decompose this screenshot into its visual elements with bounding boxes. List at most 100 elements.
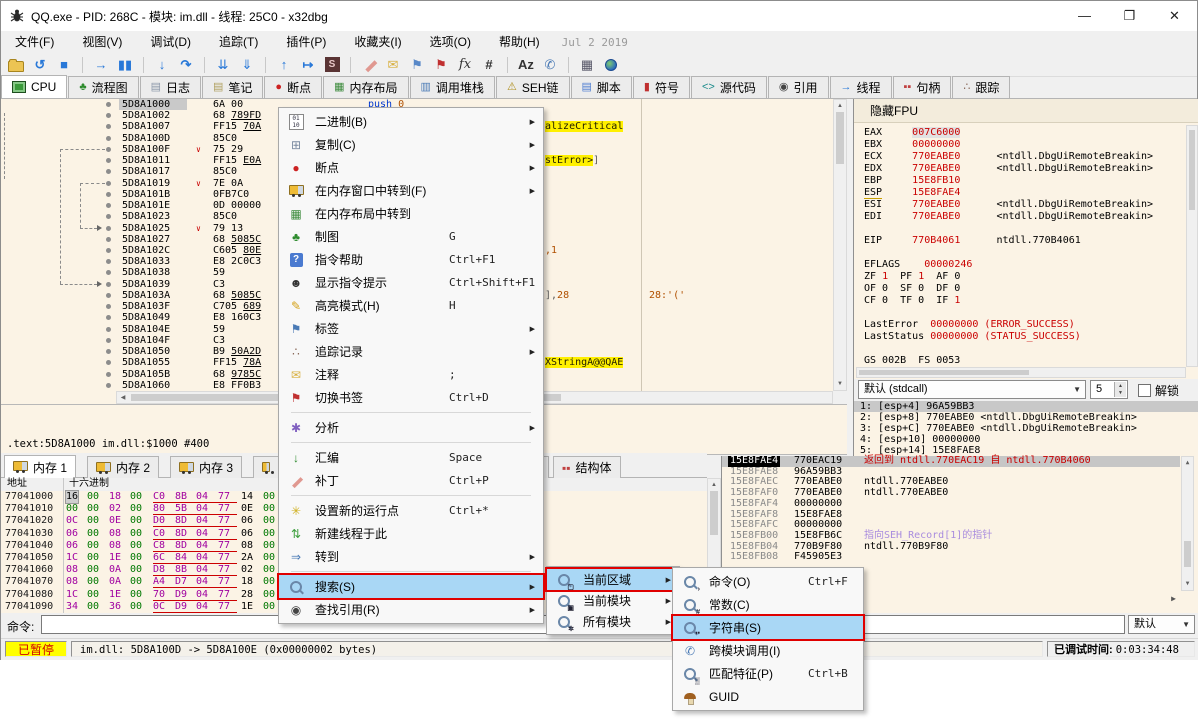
menu-item-breakpoint[interactable]: ●断点▶ xyxy=(279,156,543,179)
scroll-down-arrow[interactable]: ▼ xyxy=(834,380,846,388)
patch-button[interactable]: ▬ xyxy=(360,56,378,74)
scroll-thumb[interactable] xyxy=(1184,541,1191,567)
menu-item-graph[interactable]: ♣制图G xyxy=(279,225,543,248)
scroll-up-arrow[interactable]: ▲ xyxy=(834,102,846,110)
maximize-button[interactable]: ❐ xyxy=(1107,1,1152,31)
run-button[interactable]: → xyxy=(92,56,110,74)
register-line[interactable] xyxy=(864,307,1153,319)
registers-hscrollbar[interactable] xyxy=(856,367,1186,378)
menu-item-analysis[interactable]: ✱分析▶ xyxy=(279,416,543,439)
register-line[interactable]: EBP 15E8FB10 xyxy=(864,175,1153,187)
scroll-left-arrow[interactable]: ◀ xyxy=(119,394,127,402)
scroll-thumb[interactable] xyxy=(859,370,1029,375)
register-line[interactable]: CF 0 TF 0 IF 1 xyxy=(864,295,1153,307)
menu-item-assemble[interactable]: ↓汇编Space xyxy=(279,446,543,469)
tab-notes[interactable]: ▤笔记 xyxy=(202,76,263,98)
execute-till-return-button[interactable]: ↑ xyxy=(275,56,293,74)
menu-item-constant[interactable]: #常数(C) xyxy=(673,593,863,616)
register-line[interactable]: ESP 15E8FAE4 xyxy=(864,187,1153,199)
menu-item-instruction-help[interactable]: ?指令帮助Ctrl+F1 xyxy=(279,248,543,271)
tab-seh[interactable]: ⚠SEH链 xyxy=(496,76,570,98)
menu-item-command[interactable]: ›命令(O)Ctrl+F xyxy=(673,570,863,593)
register-line[interactable]: ECX 770EABE0 <ntdll.DbgUiRemoteBreakin> xyxy=(864,151,1153,163)
register-line[interactable]: ZF 1 PF 1 AF 0 xyxy=(864,271,1153,283)
menu-file[interactable]: 文件(F) xyxy=(1,31,68,53)
menu-item-string-references[interactable]: ❜❜字符串(S) xyxy=(673,616,863,639)
stack-row[interactable]: 15E8FAE4770EAC19返回到 ntdll.770EAC19 自 ntd… xyxy=(722,456,1180,467)
register-line[interactable]: EDI 770EABE0 <ntdll.DbgUiRemoteBreakin> xyxy=(864,211,1153,223)
menu-item-current-module[interactable]: ▣当前模块▶ xyxy=(547,590,679,611)
hide-fpu-button[interactable]: 隐藏FPU xyxy=(854,99,1198,123)
dump-tab-memory-2[interactable]: 内存 2 xyxy=(87,456,159,478)
menu-item-intermodular-calls[interactable]: ✆跨模块调用(I) xyxy=(673,639,863,662)
menu-debug[interactable]: 调试(D) xyxy=(136,31,205,53)
tab-references[interactable]: ◉引用 xyxy=(768,76,829,98)
menu-item-goto[interactable]: ⇒转到▶ xyxy=(279,545,543,568)
scroll-thumb[interactable] xyxy=(1189,130,1195,210)
menu-item-copy[interactable]: ⊞复制(C)▶ xyxy=(279,133,543,156)
animate-into-button[interactable]: ⇊ xyxy=(214,56,232,74)
spinner-down-icon[interactable]: ▼ xyxy=(1114,389,1126,397)
globe-button[interactable] xyxy=(602,56,620,74)
argument-row[interactable]: 1: [esp+4] 96A59BB3 xyxy=(854,401,1198,412)
menu-options[interactable]: 选项(O) xyxy=(416,31,485,53)
menu-item-show-mnemonic-brief[interactable]: ☻显示指令提示Ctrl+Shift+F1 xyxy=(279,271,543,294)
title-bar[interactable]: QQ.exe - PID: 268C - 模块: im.dll - 线程: 25… xyxy=(1,1,1197,31)
hash-button[interactable]: # xyxy=(480,56,498,74)
menu-help[interactable]: 帮助(H) xyxy=(485,31,554,53)
scroll-thumb[interactable] xyxy=(710,491,718,535)
tab-breakpoints[interactable]: ●断点 xyxy=(264,76,322,98)
animate-over-button[interactable]: ⇓ xyxy=(238,56,256,74)
register-line[interactable]: OF 0 SF 0 DF 0 xyxy=(864,283,1153,295)
stack-row[interactable]: 15E8FAE896A59BB3 xyxy=(722,467,1180,478)
stack-row[interactable]: 15E8FAEC770EABE0ntdll.770EABE0 xyxy=(722,477,1180,488)
stop-button[interactable]: ■ xyxy=(55,56,73,74)
close-button[interactable]: ✕ xyxy=(1152,1,1197,31)
restart-button[interactable]: ↺ xyxy=(31,56,49,74)
tab-log[interactable]: ▤日志 xyxy=(140,76,201,98)
tab-trace[interactable]: ∴跟踪 xyxy=(952,76,1010,98)
menu-item-trace-record[interactable]: ∴追踪记录▶ xyxy=(279,340,543,363)
tab-script[interactable]: ▤脚本 xyxy=(571,76,632,98)
dump-tab-memory-3[interactable]: 内存 3 xyxy=(170,456,242,478)
register-line[interactable]: GS 002B FS 0053 xyxy=(864,355,1153,367)
menu-item-all-modules[interactable]: ✲所有模块▶ xyxy=(547,611,679,632)
dump-tab-partial[interactable] xyxy=(253,456,279,478)
scroll-up-arrow[interactable]: ▲ xyxy=(1182,459,1193,467)
menu-item-guid[interactable]: GUID xyxy=(673,685,863,708)
argument-row[interactable]: 2: [esp+8] 770EABE0 <ntdll.DbgUiRemoteBr… xyxy=(854,412,1198,423)
register-line[interactable]: EAX 007C6000 xyxy=(864,127,1153,139)
menu-item-follow-in-memory-map[interactable]: ▦在内存布局中转到 xyxy=(279,202,543,225)
register-line[interactable]: ESI 770EABE0 <ntdll.DbgUiRemoteBreakin> xyxy=(864,199,1153,211)
scylla-button[interactable]: S xyxy=(323,56,341,74)
menu-item-highlighting-mode[interactable]: ✎高亮模式(H)H xyxy=(279,294,543,317)
tab-memory-map[interactable]: ▦内存布局 xyxy=(323,76,408,98)
menu-item-current-region[interactable]: ▢当前区域▶ xyxy=(547,569,679,590)
register-line[interactable] xyxy=(864,343,1153,355)
stack-row[interactable]: 15E8FB0015E8FB6C指向SEH_Record[1]的指针 xyxy=(722,531,1180,542)
menu-favourites[interactable]: 收藏夹(I) xyxy=(340,31,415,53)
argument-row[interactable]: 4: [esp+10] 00000000 xyxy=(854,434,1198,445)
scroll-right-arrow[interactable]: ▶ xyxy=(1171,594,1176,603)
stack-row[interactable]: 15E8FAF815E8FAE8 xyxy=(722,510,1180,521)
menu-plugins[interactable]: 插件(P) xyxy=(272,31,340,53)
register-line[interactable] xyxy=(864,223,1153,235)
dump-tab-memory-1[interactable]: 内存 1 xyxy=(4,455,76,478)
tab-handles[interactable]: ▪▪句柄 xyxy=(893,76,952,98)
calculator-button[interactable]: ▦ xyxy=(578,56,596,74)
run-to-user-code-button[interactable]: ↦ xyxy=(299,56,317,74)
labels-button[interactable]: ⚑ xyxy=(408,56,426,74)
menu-item-create-thread-here[interactable]: ⇅新建线程于此 xyxy=(279,522,543,545)
detach-button[interactable]: ✆ xyxy=(541,56,559,74)
tab-symbols[interactable]: ▮符号 xyxy=(633,76,690,98)
dump-tab-struct[interactable]: ▪▪结构体 xyxy=(553,456,621,478)
command-preset-select[interactable]: 默认▼ xyxy=(1128,615,1195,634)
scroll-thumb[interactable] xyxy=(836,112,844,164)
tab-call-stack[interactable]: ▥调用堆栈 xyxy=(410,76,495,98)
menu-trace[interactable]: 追踪(T) xyxy=(205,31,272,53)
menu-item-patch[interactable]: ▬补丁Ctrl+P xyxy=(279,469,543,492)
menu-item-label[interactable]: ⚑标签▶ xyxy=(279,317,543,340)
argument-row[interactable]: 3: [esp+C] 770EABE0 <ntdll.DbgUiRemoteBr… xyxy=(854,423,1198,434)
menu-item-toggle-bookmark[interactable]: ⚑切换书签Ctrl+D xyxy=(279,386,543,409)
stack-row[interactable]: 15E8FB04770B9F80ntdll.770B9F80 xyxy=(722,542,1180,553)
